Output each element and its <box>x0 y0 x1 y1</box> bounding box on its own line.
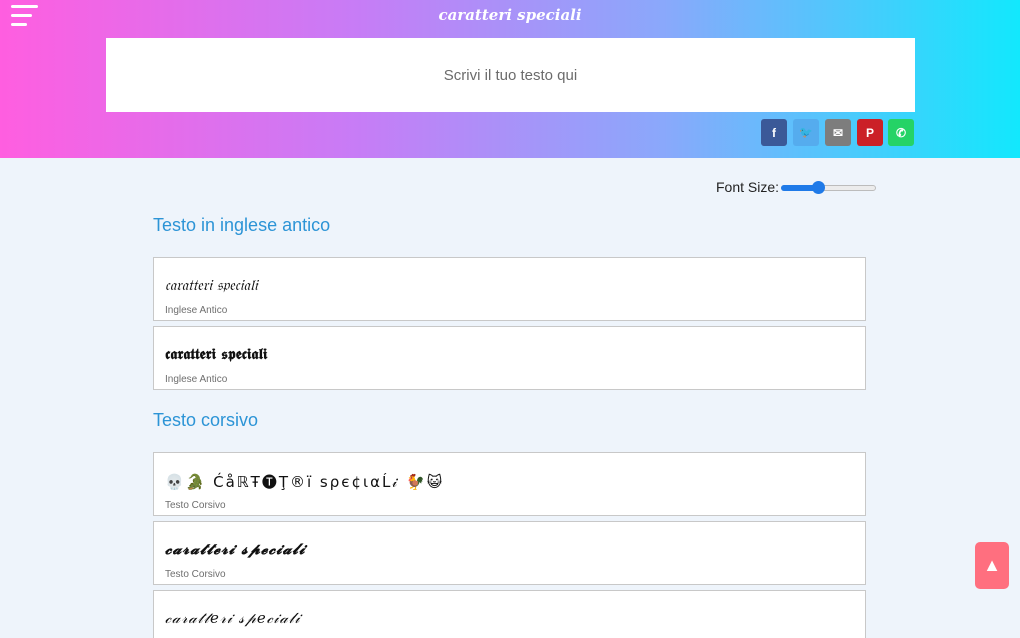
font-card[interactable]: 𝓬𝓪𝓻𝓪𝓽𝓽𝓮𝓻𝓲 𝓼𝓹𝓮𝓬𝓲𝓪𝓵𝓲 Testo Corsivo <box>153 521 866 585</box>
facebook-icon: f <box>772 125 776 140</box>
pinterest-share-button[interactable]: P <box>857 119 883 146</box>
text-input[interactable] <box>106 38 915 112</box>
font-style-label: Testo Corsivo <box>165 500 226 511</box>
font-style-label: Inglese Antico <box>165 305 228 316</box>
twitter-icon: 🐦 <box>799 127 813 139</box>
font-size-slider[interactable] <box>781 177 877 197</box>
styled-text: 𝖈𝖆𝖗𝖆𝖙𝖙𝖊𝖗𝖎 𝖘𝖕𝖊𝖈𝖎𝖆𝖑𝖎 <box>165 345 268 363</box>
section-title-old-english: Testo in inglese antico <box>153 215 331 235</box>
font-card[interactable]: 𝔠𝔞𝔯𝔞𝔱𝔱𝔢𝔯𝔦 𝔰𝔭𝔢𝔠𝔦𝔞𝔩𝔦 Inglese Antico <box>153 257 866 321</box>
styled-text: 𝒸𝒶𝓇𝒶𝓉𝓉𝑒𝓇𝒾 𝓈𝓅𝑒𝒸𝒾𝒶𝓁𝒾 <box>165 609 301 627</box>
font-style-label: Inglese Antico <box>165 374 228 385</box>
site-title: caratteri speciali <box>438 6 582 24</box>
font-size-label: Font Size: <box>716 179 780 195</box>
styled-text: 𝓬𝓪𝓻𝓪𝓽𝓽𝓮𝓻𝓲 𝓼𝓹𝓮𝓬𝓲𝓪𝓵𝓲 <box>165 540 306 558</box>
font-size-control: Font Size: <box>716 177 877 197</box>
header: caratteri speciali f 🐦 ✉ P ✆ <box>0 0 1020 158</box>
whatsapp-share-button[interactable]: ✆ <box>888 119 914 146</box>
arrow-up-icon: ▲ <box>983 555 1001 575</box>
scroll-to-top-button[interactable]: ▲ <box>975 542 1009 589</box>
styled-text: 𝔠𝔞𝔯𝔞𝔱𝔱𝔢𝔯𝔦 𝔰𝔭𝔢𝔠𝔦𝔞𝔩𝔦 <box>165 276 258 294</box>
font-card[interactable]: 𝖈𝖆𝖗𝖆𝖙𝖙𝖊𝖗𝖎 𝖘𝖕𝖊𝖈𝖎𝖆𝖑𝖎 Inglese Antico <box>153 326 866 390</box>
facebook-share-button[interactable]: f <box>761 119 787 146</box>
whatsapp-icon: ✆ <box>895 125 907 140</box>
section-title-cursive: Testo corsivo <box>153 410 259 430</box>
email-icon: ✉ <box>832 125 844 140</box>
font-card[interactable]: 💀🐊 ĆåℝŦ🅣Ţ®ï ѕρє¢ιαĹ𝒾 🐓😺 Testo Corsivo <box>153 452 866 516</box>
font-style-label: Testo Corsivo <box>165 569 226 580</box>
slider-thumb[interactable] <box>812 181 826 194</box>
styled-text: 💀🐊 ĆåℝŦ🅣Ţ®ï ѕρє¢ιαĹ𝒾 🐓😺 <box>165 473 445 491</box>
email-share-button[interactable]: ✉ <box>825 119 851 146</box>
font-card[interactable]: 𝒸𝒶𝓇𝒶𝓉𝓉𝑒𝓇𝒾 𝓈𝓅𝑒𝒸𝒾𝒶𝓁𝒾 <box>153 590 866 638</box>
twitter-share-button[interactable]: 🐦 <box>793 119 819 146</box>
pinterest-icon: P <box>865 125 874 140</box>
